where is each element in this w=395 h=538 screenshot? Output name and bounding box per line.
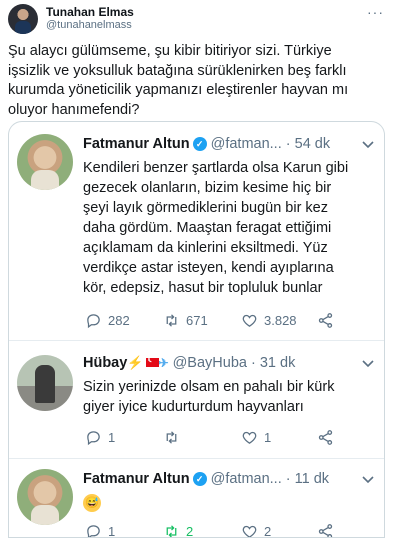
reply-button: 1 bbox=[85, 523, 116, 538]
airplane-icon: ✈ bbox=[158, 356, 169, 370]
turkey-flag-icon bbox=[145, 355, 159, 367]
avatar bbox=[17, 469, 73, 525]
share-icon bbox=[318, 430, 333, 445]
post-line: kör, edepsiz, hasut bir topluluk bunlar bbox=[83, 280, 323, 296]
embedded-screenshot[interactable]: Fatmanur Altun ✓ @fatman... · 54 dk Kendil… bbox=[8, 121, 385, 538]
avatar bbox=[17, 134, 73, 190]
like-button: 2 bbox=[241, 523, 272, 538]
chevron-down-icon bbox=[362, 141, 374, 149]
post-actions: 282 671 3.828 bbox=[83, 312, 373, 332]
post-line: Sizin yerinizde olsam en pahalı bir kürk bbox=[83, 379, 335, 395]
share-button bbox=[317, 312, 334, 329]
verified-badge-icon: ✓ bbox=[192, 137, 207, 151]
like-button: 3.828 bbox=[241, 312, 297, 329]
retweet-icon bbox=[166, 431, 177, 444]
post-line: şeyi layık görmediklerini bugün bir kez bbox=[83, 200, 328, 216]
retweet-button: 671 bbox=[163, 312, 208, 329]
post-line: gezecek olanların, bizim kesime hiç bir bbox=[83, 180, 332, 196]
post-text: Kendileri benzer şartlarda olsa Karun gi… bbox=[83, 158, 379, 298]
post-actions: 1 1 bbox=[83, 429, 373, 449]
post-header: Hübay⚡ ✈@BayHuba · 31 dk bbox=[83, 355, 295, 371]
post-line: Kendileri benzer şartlarda olsa Karun gi… bbox=[83, 160, 349, 176]
retweet-icon bbox=[166, 525, 177, 537]
post-header: Fatmanur Altun ✓ @fatman... · 54 dk bbox=[83, 136, 330, 152]
post-timestamp: · 54 dk bbox=[285, 136, 331, 152]
post-timestamp: · 11 dk bbox=[285, 471, 330, 487]
post-timestamp: · 31 dk bbox=[250, 355, 296, 371]
like-count: 2 bbox=[264, 524, 272, 538]
like-count: 3.828 bbox=[264, 313, 297, 328]
share-icon bbox=[318, 313, 333, 328]
post-author-handle: @fatman... bbox=[210, 136, 282, 152]
share-icon bbox=[318, 524, 333, 537]
share-button bbox=[317, 523, 334, 537]
avatar[interactable] bbox=[8, 4, 38, 34]
tweet-line: kurumda yöneticilik yapmanızı eleştirenl… bbox=[8, 82, 349, 98]
post-header: Fatmanur Altun ✓ @fatman... · 11 dk bbox=[83, 471, 329, 487]
retweet-button bbox=[163, 429, 186, 446]
author-name[interactable]: Tunahan Elmas bbox=[46, 5, 134, 19]
post-line: giyer iyice kudurturdum hayvanları bbox=[83, 399, 304, 415]
embedded-post: Fatmanur Altun ✓ @fatman... · 11 dk 😅 1 2 … bbox=[9, 458, 384, 538]
tweet-line: oluyor hanımefendi? bbox=[8, 101, 140, 118]
post-author-name: Hübay bbox=[83, 355, 128, 371]
retweet-count: 671 bbox=[186, 313, 208, 328]
author-handle[interactable]: @tunahanelmass bbox=[46, 19, 132, 31]
chevron-down-icon bbox=[362, 360, 374, 368]
reply-button: 1 bbox=[85, 429, 115, 446]
post-line: daha gördüm. Maaştan feragat ettiğimi bbox=[83, 220, 332, 236]
heart-icon bbox=[242, 525, 257, 537]
lightning-icon: ⚡ bbox=[127, 355, 144, 370]
reply-button: 282 bbox=[85, 312, 130, 329]
more-options-icon[interactable]: ··· bbox=[367, 4, 384, 20]
retweet-icon bbox=[166, 314, 177, 327]
sweat-smile-emoji-icon: 😅 bbox=[83, 494, 101, 512]
like-button: 1 bbox=[241, 429, 271, 446]
tweet-line: Şu alaycı gülümseme, şu kibir bitiriyor … bbox=[8, 43, 332, 59]
post-author-handle: @BayHuba bbox=[172, 355, 247, 371]
post-author-name: Fatmanur Altun bbox=[83, 136, 190, 152]
like-count: 1 bbox=[264, 430, 272, 445]
reply-icon bbox=[87, 525, 100, 537]
avatar bbox=[17, 355, 73, 411]
reply-icon bbox=[87, 431, 100, 446]
post-author-name: Fatmanur Altun bbox=[83, 471, 190, 487]
heart-icon bbox=[242, 314, 257, 327]
tweet-header: Tunahan Elmas @tunahanelmass ··· bbox=[8, 4, 388, 34]
retweet-count: 2 bbox=[186, 524, 194, 538]
reply-count: 1 bbox=[108, 524, 116, 538]
embedded-post: Fatmanur Altun ✓ @fatman... · 54 dk Kendil… bbox=[9, 122, 384, 340]
reply-icon bbox=[87, 314, 100, 329]
chevron-down-icon bbox=[362, 476, 374, 484]
verified-badge-icon: ✓ bbox=[192, 472, 207, 486]
heart-icon bbox=[242, 431, 257, 444]
reply-count: 282 bbox=[108, 313, 130, 328]
post-line: açıklamam da kinlerini eksiltmedi. Yüz bbox=[83, 240, 328, 256]
post-author-handle: @fatman... bbox=[210, 471, 282, 487]
post-line: verdikçe astar isteyen, kendi ayıplarına bbox=[83, 260, 334, 276]
tweet-line: işsizlik ve yoksulluk batağına sürükleni… bbox=[8, 62, 347, 79]
tweet-body: Şu alaycı gülümseme, şu kibir bitiriyor … bbox=[8, 42, 388, 120]
reply-count: 1 bbox=[108, 430, 116, 445]
retweet-button: 2 bbox=[163, 523, 194, 538]
post-text: Sizin yerinizde olsam en pahalı bir kürk… bbox=[83, 377, 379, 417]
post-actions: 1 2 2 bbox=[83, 523, 373, 538]
share-button bbox=[317, 429, 334, 446]
embedded-post: Hübay⚡ ✈@BayHuba · 31 dk Sizin yerinizde … bbox=[9, 340, 384, 458]
